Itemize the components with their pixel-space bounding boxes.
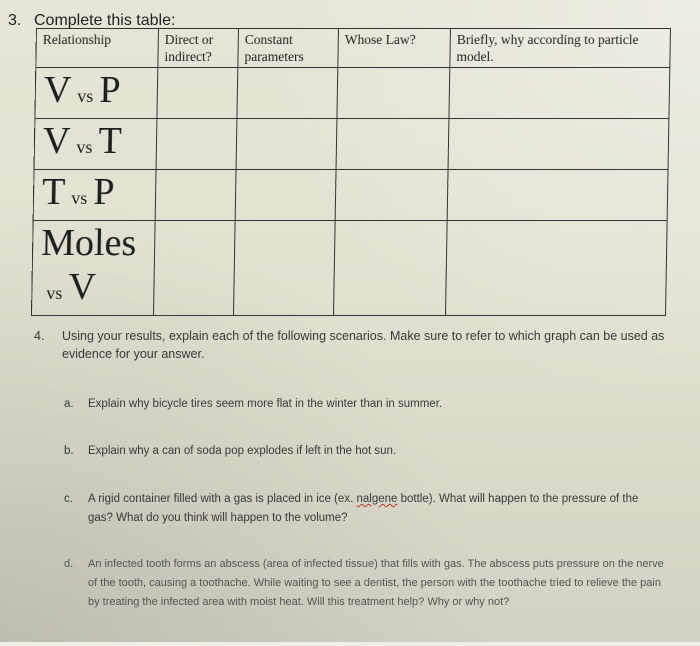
variable-left: T [41, 171, 66, 213]
answer-cell-constant-parameters[interactable] [236, 67, 338, 119]
answer-cell-particle-model[interactable] [448, 118, 669, 170]
part-text: Explain why a can of soda pop explodes i… [88, 445, 397, 457]
variable-right: P [99, 69, 121, 111]
variable-right: V [68, 266, 97, 308]
question-4b: b. Explain why a can of soda pop explode… [64, 442, 664, 461]
answer-cell-direct-indirect[interactable] [156, 67, 238, 119]
part-text: A rigid container filled with a gas is p… [88, 490, 664, 528]
table-header-row: Relationship Direct or indirect? Constan… [35, 28, 671, 68]
answer-cell-whose-law[interactable] [333, 220, 448, 316]
part-letter: a. [64, 398, 74, 410]
spellcheck-flagged-word: nalgene [356, 493, 398, 505]
question-4a: a. Explain why bicycle tires seem more f… [64, 395, 664, 414]
relationship-cell: Tvs P [33, 169, 157, 221]
question-4d: d. An infected tooth forms an abscess (a… [64, 555, 674, 612]
answer-cell-constant-parameters[interactable] [233, 220, 336, 316]
answer-cell-whose-law[interactable] [335, 169, 449, 221]
question-title: Complete this table: [34, 12, 176, 29]
answer-cell-particle-model[interactable] [447, 169, 669, 221]
question-number: 3. [8, 12, 22, 29]
table-row: Tvs P [33, 169, 669, 221]
header-whose-law: Whose Law? [337, 28, 451, 68]
header-direct-indirect: Direct or indirect? [157, 28, 239, 68]
photo-bottom-edge [0, 642, 700, 646]
part-letter: b. [64, 445, 74, 457]
variable-right: T [98, 120, 123, 162]
part-letter: d. [64, 558, 74, 570]
vs-label: vs [71, 188, 88, 208]
variable-left: Moles [40, 222, 137, 264]
vs-label: vs [76, 137, 93, 157]
question-4: 4. Using your results, explain each of t… [34, 327, 674, 363]
relationship-cell: Vvs T [34, 118, 157, 170]
answer-cell-direct-indirect[interactable] [153, 220, 236, 316]
variable-left: V [42, 120, 71, 162]
variable-right: P [93, 171, 115, 213]
question-4-prompt: Using your results, explain each of the … [62, 329, 665, 361]
header-relationship: Relationship [35, 28, 159, 68]
question-4c: c. A rigid container filled with a gas i… [64, 490, 664, 528]
answer-cell-particle-model[interactable] [448, 67, 670, 119]
table-row: Moles vs V [31, 220, 668, 316]
table-row: Vvs P [34, 67, 670, 119]
part-text: An infected tooth forms an abscess (area… [88, 558, 664, 608]
vs-label: vs [77, 86, 94, 106]
answer-cell-direct-indirect[interactable] [156, 118, 237, 170]
header-constant-parameters: Constant parameters [237, 28, 339, 68]
relationship-cell: Moles vs V [31, 220, 156, 316]
header-particle-model: Briefly, why according to particle model… [449, 28, 671, 68]
gas-laws-table: Relationship Direct or indirect? Constan… [31, 28, 671, 316]
part-letter: c. [64, 493, 73, 505]
part-text-before: A rigid container filled with a gas is p… [88, 493, 357, 505]
vs-label: vs [46, 283, 63, 303]
answer-cell-whose-law[interactable] [336, 118, 449, 170]
answer-cell-constant-parameters[interactable] [236, 118, 337, 170]
variable-left: V [43, 69, 72, 111]
answer-cell-whose-law[interactable] [336, 67, 450, 119]
part-text: Explain why bicycle tires seem more flat… [88, 398, 443, 410]
question-number: 4. [34, 329, 45, 343]
answer-cell-direct-indirect[interactable] [155, 169, 237, 221]
table-row: Vvs T [34, 118, 669, 170]
answer-cell-particle-model[interactable] [445, 220, 668, 316]
relationship-cell: Vvs P [34, 67, 158, 119]
answer-cell-constant-parameters[interactable] [235, 169, 337, 221]
